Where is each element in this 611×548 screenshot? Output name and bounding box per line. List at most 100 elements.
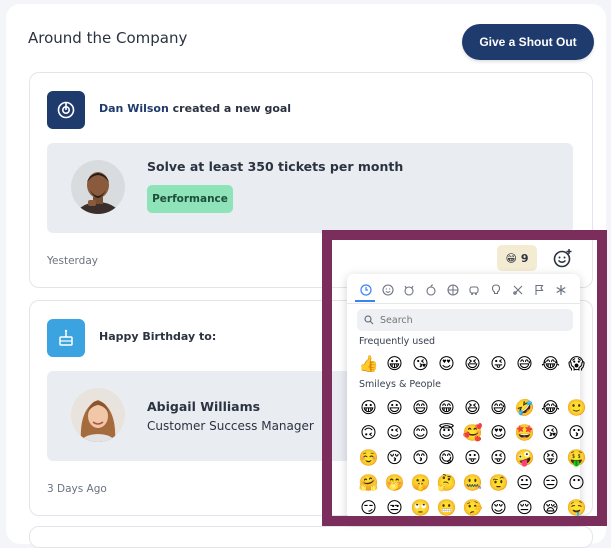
next-post-card <box>29 526 593 548</box>
frequently-used-label: Frequently used <box>359 336 436 347</box>
emoji-button[interactable]: 😝 <box>539 446 562 469</box>
post-timestamp: 3 Days Ago <box>47 483 107 495</box>
emoji-button[interactable]: 😙 <box>409 446 432 469</box>
birthday-headline: Happy Birthday to: <box>99 330 217 343</box>
emoji-button[interactable]: 🤔 <box>435 471 458 494</box>
frequently-used-row: 👍 😀 😘 😍 😆 😜 😅 😂 😱 <box>357 352 588 375</box>
emoji-button[interactable]: 😱 <box>565 352 588 375</box>
emoji-button[interactable]: 😗 <box>565 421 588 444</box>
smileys-row: ☺️ 😚 😙 😋 😛 😜 🤪 😝 🤑 <box>357 446 588 469</box>
emoji-button[interactable]: 😋 <box>435 446 458 469</box>
objects-category-icon[interactable] <box>487 281 505 299</box>
emoji-button[interactable]: 🥰 <box>461 421 484 444</box>
emoji-button[interactable]: 😬 <box>435 496 458 519</box>
author-link[interactable]: Dan Wilson <box>99 102 169 115</box>
emoji-button[interactable]: 🤣 <box>513 396 536 419</box>
emoji-button[interactable]: 😊 <box>409 421 432 444</box>
emoji-button[interactable]: 😪 <box>539 496 562 519</box>
symbols-category-icon[interactable] <box>509 281 527 299</box>
emoji-button[interactable]: ☺️ <box>357 446 380 469</box>
emoji-picker: Frequently used 👍😀😘😍😆😜😅😂😱 Smileys & Peop… <box>347 274 586 520</box>
emoji-button[interactable]: 🤫 <box>409 471 432 494</box>
emoji-button[interactable]: 😀 <box>357 396 380 419</box>
emoji-button[interactable]: 😐 <box>513 471 536 494</box>
animal-category-icon[interactable] <box>400 281 418 299</box>
emoji-button[interactable]: 😛 <box>461 446 484 469</box>
reaction-count: 9 <box>520 251 529 265</box>
give-shout-out-button[interactable]: Give a Shout Out <box>462 24 594 60</box>
emoji-button[interactable]: 😑 <box>539 471 562 494</box>
emoji-button[interactable]: 😁 <box>435 396 458 419</box>
person-name: Abigail Williams <box>147 399 261 414</box>
emoji-button[interactable]: 😃 <box>383 396 406 419</box>
person-role: Customer Success Manager <box>147 419 314 433</box>
emoji-button[interactable]: 😂 <box>539 352 562 375</box>
emoji-button[interactable]: 🤗 <box>357 471 380 494</box>
add-reaction-icon[interactable] <box>552 247 574 269</box>
emoji-button[interactable]: 😂 <box>539 396 562 419</box>
smiley-category-icon[interactable] <box>379 281 397 299</box>
emoji-button[interactable]: 😇 <box>435 421 458 444</box>
custom-category-icon[interactable] <box>552 281 570 299</box>
emoji-button[interactable]: 😘 <box>539 421 562 444</box>
recent-clock-icon[interactable] <box>357 281 375 299</box>
avatar <box>71 160 125 214</box>
emoji-button[interactable]: 🤤 <box>565 496 588 519</box>
active-category-indicator <box>355 300 375 302</box>
emoji-button[interactable]: 😍 <box>487 421 510 444</box>
emoji-button[interactable]: 😒 <box>383 496 406 519</box>
emoji-category-bar <box>357 279 570 301</box>
smileys-row: 😀 😃 😄 😁 😆 😅 🤣 😂 🙂 <box>357 396 588 419</box>
emoji-button[interactable]: 😅 <box>487 396 510 419</box>
post-timestamp: Yesterday <box>47 255 98 267</box>
smileys-row: 🤗 🤭 🤫 🤔 🤐 🤨 😐 😑 😶 <box>357 471 588 494</box>
emoji-button[interactable]: 🤐 <box>461 471 484 494</box>
emoji-button[interactable]: 🤑 <box>565 446 588 469</box>
smileys-row: 😏 😒 🙄 😬 🤥 😌 😔 😪 🤤 <box>357 496 588 519</box>
emoji-button[interactable]: 😆 <box>461 352 484 375</box>
emoji-button[interactable]: 😆 <box>461 396 484 419</box>
emoji-search <box>357 309 573 331</box>
emoji-button[interactable]: 😍 <box>435 352 458 375</box>
emoji-button[interactable]: 🤪 <box>513 446 536 469</box>
avatar <box>71 388 125 442</box>
emoji-button[interactable]: 🤥 <box>461 496 484 519</box>
goal-details: Solve at least 350 tickets per month Per… <box>47 143 573 233</box>
section-title: Around the Company <box>28 29 188 47</box>
emoji-button[interactable]: 😌 <box>487 496 510 519</box>
emoji-button[interactable]: 😔 <box>513 496 536 519</box>
flag-category-icon[interactable] <box>530 281 548 299</box>
goal-title: Solve at least 350 tickets per month <box>147 159 404 174</box>
reaction-count-button[interactable]: 😁 9 <box>497 245 537 271</box>
emoji-button[interactable]: 😉 <box>383 421 406 444</box>
emoji-button[interactable]: 🤭 <box>383 471 406 494</box>
emoji-button[interactable]: 🙄 <box>409 496 432 519</box>
emoji-button[interactable]: 🤩 <box>513 421 536 444</box>
emoji-button[interactable]: 🤨 <box>487 471 510 494</box>
smileys-row: 🙃 😉 😊 😇 🥰 😍 🤩 😘 😗 <box>357 421 588 444</box>
travel-category-icon[interactable] <box>465 281 483 299</box>
emoji-button[interactable]: 😀 <box>383 352 406 375</box>
goal-icon <box>47 91 85 129</box>
food-category-icon[interactable] <box>422 281 440 299</box>
activity-category-icon[interactable] <box>444 281 462 299</box>
grinning-face-icon: 😁 <box>505 251 517 265</box>
emoji-button[interactable]: 😅 <box>513 352 536 375</box>
emoji-button[interactable]: 😏 <box>357 496 380 519</box>
goal-post-headline: Dan Wilson created a new goal <box>99 102 291 115</box>
emoji-button[interactable]: 😘 <box>409 352 432 375</box>
goal-category-tag: Performance <box>147 185 233 213</box>
emoji-button[interactable]: 😜 <box>487 352 510 375</box>
emoji-button[interactable]: 🙃 <box>357 421 380 444</box>
smileys-people-label: Smileys & People <box>359 379 441 390</box>
cake-icon <box>47 319 85 357</box>
emoji-button[interactable]: 😜 <box>487 446 510 469</box>
search-icon <box>364 315 374 325</box>
divider <box>347 303 580 304</box>
emoji-button[interactable]: 👍 <box>357 352 380 375</box>
emoji-button[interactable]: 😚 <box>383 446 406 469</box>
emoji-button[interactable]: 🙂 <box>565 396 588 419</box>
emoji-button[interactable]: 😄 <box>409 396 432 419</box>
emoji-button[interactable]: 😶 <box>565 471 588 494</box>
emoji-search-input[interactable] <box>378 313 562 327</box>
